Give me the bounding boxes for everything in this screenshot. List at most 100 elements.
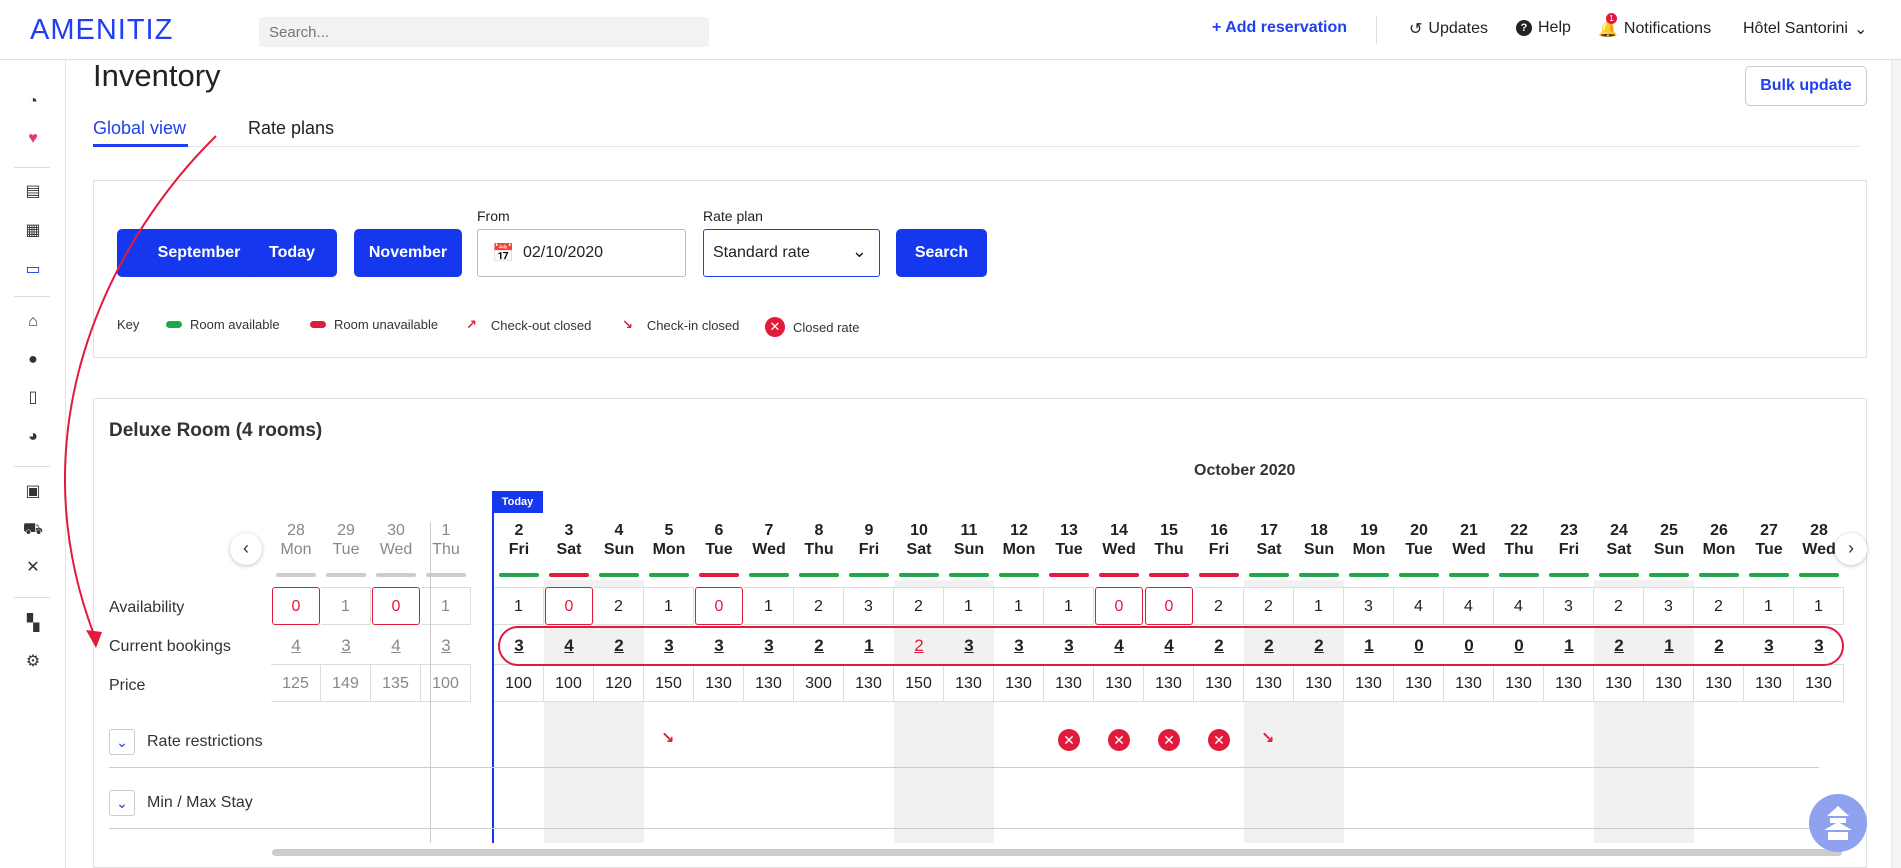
availability-cell[interactable]: 2 [1694,587,1744,625]
availability-cell[interactable]: 1 [494,587,544,625]
price-cell[interactable]: 130 [1544,664,1594,702]
help-chat-button[interactable] [1809,794,1867,852]
availability-cell[interactable]: 3 [1544,587,1594,625]
price-cell[interactable]: 130 [694,664,744,702]
price-cell[interactable]: 130 [1444,664,1494,702]
availability-cell[interactable]: 1 [321,587,371,625]
price-cell[interactable]: 300 [794,664,844,702]
availability-cell[interactable]: 1 [1044,587,1094,625]
help-link[interactable]: ? Help [1516,19,1571,37]
apps-icon[interactable]: ▚ [22,613,44,635]
price-cell[interactable]: 149 [321,664,371,702]
price-cell[interactable]: 130 [1344,664,1394,702]
price-cell[interactable]: 125 [271,664,321,702]
availability-cell[interactable]: 0 [695,587,743,625]
horizontal-scrollbar[interactable] [272,849,1842,856]
calendar-icon[interactable]: ▦ [22,220,44,242]
price-cell[interactable]: 120 [594,664,644,702]
price-cell[interactable]: 130 [1044,664,1094,702]
pie-chart-icon[interactable]: ◕ [22,426,44,448]
availability-cell[interactable]: 0 [272,587,320,625]
page-scrollbar[interactable] [1891,0,1901,868]
inventory-icon[interactable]: ▭ [22,259,44,281]
price-cell[interactable]: 130 [1744,664,1794,702]
availability-cell[interactable]: 1 [744,587,794,625]
next-dates-button[interactable]: › [1835,533,1867,565]
availability-cell[interactable]: 2 [794,587,844,625]
availability-cell[interactable]: 0 [545,587,593,625]
availability-cell[interactable]: 2 [1194,587,1244,625]
availability-cell[interactable]: 1 [944,587,994,625]
tab-global-view[interactable]: Global view [93,118,186,139]
price-cell[interactable]: 130 [1194,664,1244,702]
price-cell[interactable]: 130 [944,664,994,702]
tab-rate-plans[interactable]: Rate plans [248,118,334,139]
updates-link[interactable]: ↺ Updates [1409,19,1488,39]
availability-cell[interactable]: 2 [1244,587,1294,625]
hotel-switcher[interactable]: Hôtel Santorini ⌄ [1743,19,1867,39]
price-cell[interactable]: 100 [494,664,544,702]
previous-dates-button[interactable]: ‹ [230,533,262,565]
availability-cell[interactable]: 0 [372,587,420,625]
price-cell[interactable]: 130 [744,664,794,702]
website-icon[interactable]: ▣ [22,481,44,503]
search-input[interactable] [259,17,709,47]
settings-gear-icon[interactable]: ⚙ [22,651,44,673]
availability-cell[interactable]: 3 [844,587,894,625]
price-cell[interactable]: 130 [1494,664,1544,702]
rate-restrictions-toggle[interactable]: ⌄ Rate restrictions [109,729,263,755]
from-date-field[interactable]: 📅 02/10/2020 [477,229,686,277]
document-icon[interactable]: ▯ [22,387,44,409]
amenitiz-logo[interactable]: AMENITIZ [30,14,173,47]
availability-cell[interactable]: 1 [1744,587,1794,625]
tools-icon[interactable]: ✕ [22,557,44,579]
guests-icon[interactable]: ● [22,349,44,371]
price-cell[interactable]: 130 [1394,664,1444,702]
availability-cell[interactable]: 1 [1294,587,1344,625]
availability-cell[interactable]: 4 [1394,587,1444,625]
availability-cell[interactable]: 1 [421,587,471,625]
min-max-stay-toggle[interactable]: ⌄ Min / Max Stay [109,790,253,816]
availability-cell[interactable]: 4 [1444,587,1494,625]
availability-cell[interactable]: 2 [1594,587,1644,625]
availability-cell[interactable]: 0 [1095,587,1143,625]
current-bookings-link[interactable]: 3 [421,636,471,656]
price-cell[interactable]: 100 [421,664,471,702]
price-cell[interactable]: 130 [1644,664,1694,702]
today-button[interactable]: Today [247,229,337,277]
notifications-link[interactable]: 🔔 1 Notifications [1598,13,1711,39]
current-bookings-link[interactable]: 4 [371,636,421,656]
current-bookings-link[interactable]: 3 [321,636,371,656]
availability-cell[interactable]: 1 [1794,587,1844,625]
availability-cell[interactable]: 3 [1644,587,1694,625]
price-cell[interactable]: 130 [1094,664,1144,702]
price-cell[interactable]: 135 [371,664,421,702]
price-cell[interactable]: 130 [1244,664,1294,702]
dashboard-gauge-icon[interactable]: ◔ [22,91,44,113]
price-cell[interactable]: 150 [894,664,944,702]
rate-plan-select[interactable]: Standard rate ⌄ [703,229,880,277]
search-button[interactable]: Search [896,229,987,277]
price-cell[interactable]: 130 [994,664,1044,702]
bulk-update-button[interactable]: Bulk update [1745,66,1867,106]
availability-cell[interactable]: 1 [644,587,694,625]
price-cell[interactable]: 100 [544,664,594,702]
price-cell[interactable]: 130 [1794,664,1844,702]
availability-cell[interactable]: 3 [1344,587,1394,625]
availability-cell[interactable]: 1 [994,587,1044,625]
current-bookings-link[interactable]: 4 [271,636,321,656]
next-month-button[interactable]: November [354,229,462,277]
home-icon[interactable]: ⌂ [22,311,44,333]
bookings-icon[interactable]: ▤ [22,181,44,203]
price-cell[interactable]: 130 [1594,664,1644,702]
price-cell[interactable]: 130 [1694,664,1744,702]
availability-cell[interactable]: 2 [894,587,944,625]
availability-cell[interactable]: 0 [1145,587,1193,625]
price-cell[interactable]: 150 [644,664,694,702]
add-reservation-button[interactable]: + Add reservation [1212,19,1347,37]
price-cell[interactable]: 130 [844,664,894,702]
heart-icon[interactable]: ♥ [22,128,44,150]
cart-icon[interactable]: ⛟ [22,519,44,541]
availability-cell[interactable]: 2 [594,587,644,625]
availability-cell[interactable]: 4 [1494,587,1544,625]
